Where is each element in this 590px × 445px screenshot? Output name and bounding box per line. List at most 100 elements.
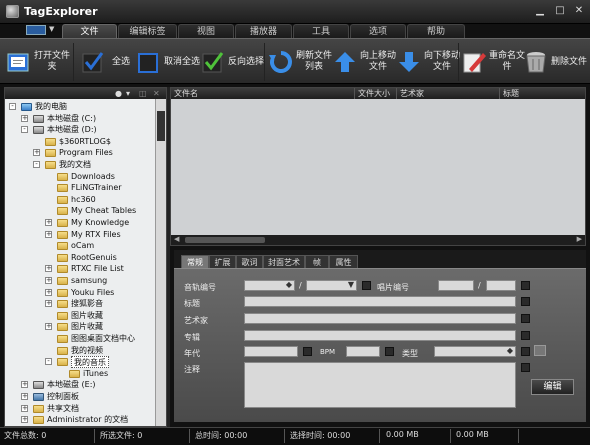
tab-view[interactable]: 视图 — [178, 24, 234, 38]
tree-node[interactable]: My Cheat Tables — [71, 205, 136, 217]
scroll-right-icon[interactable]: ▶ — [577, 235, 582, 243]
prop-tab-cover-art[interactable]: 封面艺术 — [263, 255, 305, 268]
quick-access-icon[interactable] — [26, 25, 46, 35]
track-total-input[interactable]: ▼ — [306, 280, 357, 291]
tree-expander-icon[interactable]: + — [21, 393, 28, 400]
tree-expander-icon[interactable]: - — [33, 161, 40, 168]
maximize-button[interactable]: □ — [552, 4, 568, 18]
delete-file-button[interactable]: 删除文件 — [523, 39, 587, 85]
tree-expander-icon[interactable]: + — [21, 381, 28, 389]
file-list-horizontal-scrollbar[interactable]: ◀ ▶ — [171, 235, 585, 245]
invert-selection-button[interactable]: 反向选择 — [200, 39, 264, 85]
quick-access-caret-icon[interactable]: ▼ — [49, 25, 54, 33]
genre-checkbox[interactable] — [521, 347, 530, 356]
tree-expander-icon[interactable]: + — [45, 323, 52, 331]
move-up-button[interactable]: 向上移动文件 — [332, 39, 396, 85]
close-button[interactable]: ✕ — [571, 4, 587, 18]
tree-scroll-thumb[interactable] — [157, 111, 165, 141]
tree-dropdown-icon[interactable]: ▾ — [126, 89, 130, 98]
tree-node[interactable]: 我的音乐 — [71, 356, 109, 368]
column-artist[interactable]: 艺术家 — [397, 88, 500, 99]
tree-expander-icon[interactable]: - — [21, 126, 28, 134]
minimize-button[interactable]: ▁ — [532, 4, 548, 18]
tree-node[interactable]: $360RTLOG$ — [59, 136, 111, 148]
tree-expander-icon[interactable]: + — [21, 404, 28, 412]
file-list-scroll-thumb[interactable] — [185, 237, 265, 243]
tree-node[interactable]: iTunes — [83, 368, 108, 380]
column-filename[interactable]: 文件名 — [171, 88, 355, 99]
tree-expander-icon[interactable]: + — [45, 219, 52, 226]
tree-pin-icon[interactable]: ◫ — [139, 89, 147, 98]
tree-node[interactable]: RTXC File List — [71, 263, 124, 275]
tree-node[interactable]: RootGenuis — [71, 252, 117, 264]
disc-total-input[interactable] — [486, 280, 516, 291]
tree-node[interactable]: 我的电脑 — [35, 101, 67, 113]
bpm-checkbox[interactable] — [385, 347, 394, 356]
rename-file-button[interactable]: 重命名文件 — [461, 39, 525, 85]
open-folder-button[interactable]: 打开文件夹 — [6, 39, 70, 85]
tree-node[interactable]: Downloads — [71, 171, 115, 183]
tree-node[interactable]: 本地磁盘 (D:) — [47, 124, 97, 136]
genre-select[interactable]: ◆ — [434, 346, 516, 357]
artist-checkbox[interactable] — [521, 314, 530, 323]
tab-player[interactable]: 播放器 — [235, 24, 292, 38]
tree-expander-icon[interactable]: + — [45, 265, 52, 273]
tree-node[interactable]: 本地磁盘 (E:) — [47, 379, 96, 391]
artist-input[interactable] — [244, 313, 516, 324]
title-checkbox[interactable] — [521, 297, 530, 306]
disc-checkbox[interactable] — [521, 281, 530, 290]
bpm-input[interactable] — [346, 346, 380, 357]
column-filesize[interactable]: 文件大小 — [355, 88, 397, 99]
tab-options[interactable]: 选项 — [350, 24, 406, 38]
tree-expander-icon[interactable]: - — [9, 103, 16, 110]
tree-expander-icon[interactable]: + — [45, 300, 52, 308]
prop-tab-lyrics[interactable]: 歌词 — [236, 255, 263, 268]
tab-help[interactable]: 帮助 — [407, 24, 465, 38]
tab-edit-tags[interactable]: 编辑标签 — [118, 24, 177, 38]
tree-expander-icon[interactable]: + — [45, 230, 52, 238]
tree-node[interactable]: 图片收藏 — [71, 310, 103, 322]
year-input[interactable] — [244, 346, 298, 357]
prop-tab-general[interactable]: 常规 — [181, 255, 209, 268]
track-number-input[interactable]: ◆ — [244, 280, 295, 291]
tree-expander-icon[interactable]: + — [21, 114, 28, 122]
album-input[interactable] — [244, 330, 516, 341]
album-checkbox[interactable] — [521, 331, 530, 340]
tree-node[interactable]: 搜狐影音 — [71, 298, 103, 310]
tree-node[interactable]: 控制面板 — [47, 391, 79, 403]
tree-close-icon[interactable]: ✕ — [153, 89, 160, 98]
prop-tab-extended[interactable]: 扩展 — [209, 255, 236, 268]
prop-tab-attributes[interactable]: 属性 — [329, 255, 358, 268]
tree-node[interactable]: Youku Files — [71, 287, 114, 299]
tab-tools[interactable]: 工具 — [293, 24, 349, 38]
scroll-left-icon[interactable]: ◀ — [174, 235, 179, 243]
refresh-list-button[interactable]: 刷新文件列表 — [268, 39, 332, 85]
tree-node[interactable]: hc360 — [71, 194, 96, 206]
move-down-button[interactable]: 向下移动文件 — [396, 39, 460, 85]
tree-node[interactable]: My Knowledge — [71, 217, 129, 229]
tree-node[interactable]: 本地磁盘 (C:) — [47, 113, 96, 125]
tree-node[interactable]: Program Files — [59, 147, 113, 159]
tree-node[interactable]: Administrator 的文档 — [47, 414, 128, 426]
tree-vertical-scrollbar[interactable] — [155, 99, 166, 426]
title-input[interactable] — [244, 296, 516, 307]
year-checkbox[interactable] — [303, 347, 312, 356]
tree-expander-icon[interactable]: + — [45, 288, 52, 296]
prop-tab-frames[interactable]: 帧 — [305, 255, 329, 268]
tree-node[interactable]: 我的视频 — [71, 345, 103, 357]
tree-expander-icon[interactable]: + — [45, 277, 52, 284]
tree-expander-icon[interactable]: + — [33, 149, 40, 157]
column-title[interactable]: 标题 — [500, 88, 585, 99]
tree-node[interactable]: FLiNGTrainer — [71, 182, 122, 194]
disc-number-input[interactable] — [438, 280, 474, 291]
tree-node[interactable]: My RTX Files — [71, 229, 121, 241]
comment-textarea[interactable] — [244, 362, 516, 408]
edit-button[interactable]: 编辑 — [531, 379, 574, 395]
speaker-icon[interactable] — [534, 345, 546, 356]
tree-settings-icon[interactable]: ● — [115, 89, 122, 98]
comment-checkbox[interactable] — [521, 363, 530, 372]
tree-expander-icon[interactable]: - — [45, 358, 52, 366]
deselect-all-button[interactable]: 取消全选 — [136, 39, 200, 85]
tree-node[interactable]: oCam — [71, 240, 94, 252]
tab-file[interactable]: 文件 — [62, 24, 117, 38]
